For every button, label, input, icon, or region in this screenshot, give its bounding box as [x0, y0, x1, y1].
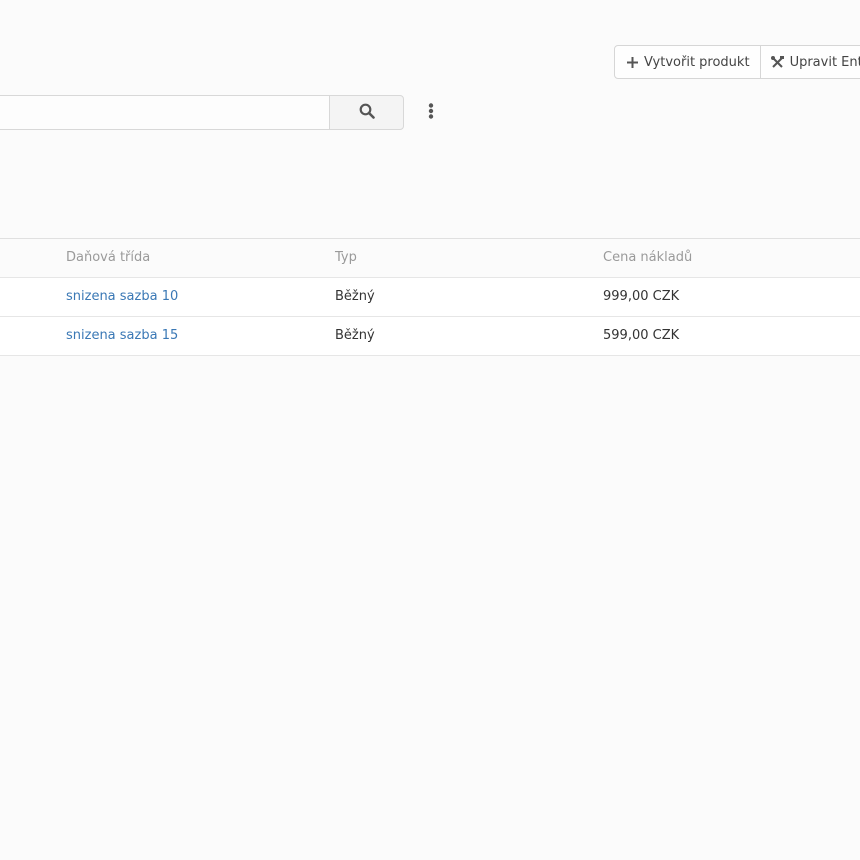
edit-entity-button[interactable]: Upravit Ent: [760, 45, 860, 79]
tax-class-link[interactable]: snizena sazba 15: [66, 317, 178, 355]
cost-price-cell: 599,00 CZK: [603, 328, 680, 343]
search-input[interactable]: [0, 95, 329, 130]
table-row[interactable]: snizena sazba 10 Běžný 999,00 CZK: [0, 278, 860, 317]
type-cell: Běžný: [335, 328, 375, 343]
column-header-type[interactable]: Typ: [335, 239, 357, 277]
plus-icon: [625, 55, 639, 69]
tools-icon: [771, 55, 785, 69]
more-options-button[interactable]: [421, 102, 441, 124]
search-icon: [359, 103, 375, 123]
column-header-tax-class[interactable]: Daňová třída: [66, 239, 150, 277]
table-row[interactable]: snizena sazba 15 Běžný 599,00 CZK: [0, 317, 860, 356]
edit-entity-label: Upravit Ent: [789, 54, 860, 70]
cost-price-cell: 999,00 CZK: [603, 289, 680, 304]
page: Vytvořit produkt Upravit Ent Daňová tříd…: [0, 0, 860, 860]
search-bar: [0, 95, 404, 130]
more-vertical-icon: [428, 103, 434, 123]
table-header: Daňová třída Typ Cena nákladů: [0, 239, 860, 278]
type-cell: Běžný: [335, 289, 375, 304]
search-button[interactable]: [329, 95, 404, 130]
create-product-button[interactable]: Vytvořit produkt: [614, 45, 761, 79]
create-product-label: Vytvořit produkt: [644, 54, 750, 70]
toolbar-actions: Vytvořit produkt Upravit Ent: [614, 45, 860, 79]
tax-class-link[interactable]: snizena sazba 10: [66, 278, 178, 316]
products-table: Daňová třída Typ Cena nákladů snizena sa…: [0, 238, 860, 356]
column-header-cost-price[interactable]: Cena nákladů: [603, 239, 692, 277]
